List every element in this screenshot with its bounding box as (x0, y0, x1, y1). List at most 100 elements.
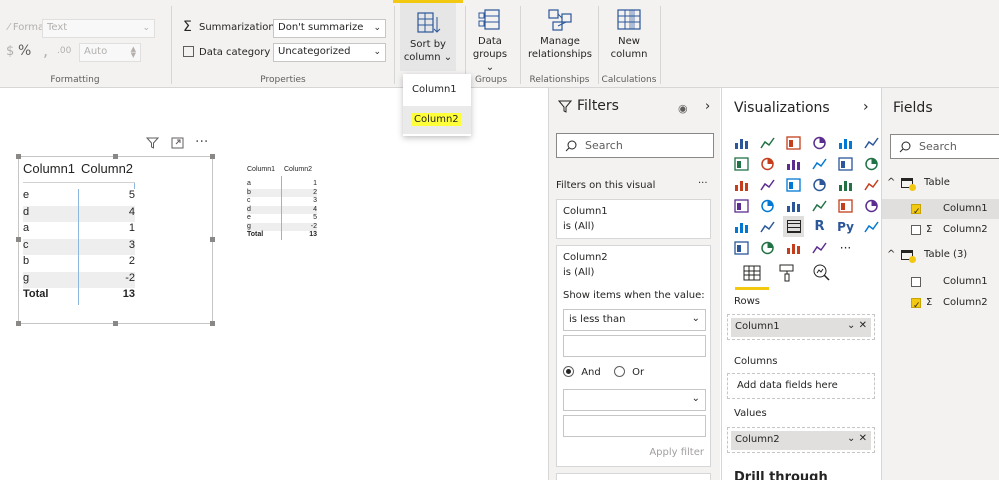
line-column-chart-icon[interactable] (809, 153, 830, 174)
stacked-area-chart-icon[interactable] (783, 153, 804, 174)
more-options-icon[interactable]: ··· (195, 134, 208, 150)
new-column-button[interactable]: New column (606, 8, 652, 61)
python-visual-icon[interactable]: Py (835, 216, 856, 237)
filter-icon[interactable] (145, 137, 160, 153)
resize-handle[interactable] (210, 237, 215, 242)
field-checkbox[interactable] (911, 225, 921, 235)
clustered-column-chart-icon[interactable] (809, 132, 830, 153)
gauge-icon[interactable] (783, 195, 804, 216)
fields-tab-icon[interactable] (743, 265, 761, 284)
collapse-icon[interactable]: ^ (887, 245, 895, 265)
field-checkbox[interactable] (911, 202, 921, 222)
table-node-table-3[interactable]: ^ Table (3) (882, 245, 999, 265)
key-influencers-icon[interactable] (861, 216, 882, 237)
resize-handle[interactable] (16, 237, 21, 242)
header-column1[interactable]: Column1 (23, 161, 79, 182)
chevron-right-icon[interactable]: › (863, 99, 869, 115)
resize-handle[interactable] (16, 321, 21, 326)
rows-well[interactable]: Column1 ⌄ ✕ (727, 314, 875, 340)
pill-controls[interactable]: ⌄ ✕ (847, 320, 867, 331)
donut-chart-icon[interactable] (835, 174, 856, 195)
stacked-column-chart-icon[interactable] (757, 132, 778, 153)
r-visual-icon[interactable]: R (809, 216, 830, 237)
100-column-chart-icon[interactable] (861, 132, 882, 153)
line-clustered-column-chart-icon[interactable] (835, 153, 856, 174)
field-table-column1[interactable]: Column1 (882, 199, 999, 222)
small-table-visual[interactable]: Column1 Column2 a 1 b 2 c 3 d 4 e 5 g -2 Total 13 (247, 166, 317, 240)
close-icon[interactable]: ✕ (859, 320, 867, 331)
slicer-icon[interactable] (731, 216, 752, 237)
sort-menu-item-column2[interactable]: Column2 (403, 106, 471, 134)
resize-handle[interactable] (113, 321, 118, 326)
kpi-icon[interactable] (861, 195, 882, 216)
focus-mode-icon[interactable] (171, 137, 184, 152)
scatter-chart-icon[interactable] (783, 174, 804, 195)
field-checkbox[interactable] (911, 277, 921, 287)
chevron-right-icon[interactable]: › (705, 99, 710, 114)
pill-controls[interactable]: ⌄ ✕ (847, 433, 867, 444)
values-field-pill[interactable]: Column2 ⌄ ✕ (731, 431, 871, 450)
currency-icon[interactable]: $ (6, 44, 14, 59)
fields-search-input[interactable]: Search (890, 134, 999, 159)
resize-handle[interactable] (210, 321, 215, 326)
condition-select[interactable]: is less than ⌄ (563, 309, 706, 331)
more-visuals-icon[interactable]: ··· (835, 237, 856, 258)
field-table-column2[interactable]: Σ Column2 (882, 220, 999, 240)
data-category-select[interactable]: Uncategorized ⌄ (273, 43, 386, 62)
paginated-report-icon[interactable] (809, 237, 830, 258)
more-options-icon[interactable]: ··· (698, 178, 708, 189)
stacked-bar-chart-icon[interactable] (731, 132, 752, 153)
rows-field-pill[interactable]: Column1 ⌄ ✕ (731, 318, 871, 337)
decomposition-tree-icon[interactable] (731, 237, 752, 258)
and-radio[interactable] (563, 366, 574, 377)
columns-well[interactable]: Add data fields here (727, 373, 875, 399)
condition-value-input[interactable] (563, 335, 706, 357)
pie-chart-icon[interactable] (809, 174, 830, 195)
format-select[interactable]: Text ⌄ (42, 19, 155, 38)
format-paint-roller-icon[interactable] (779, 264, 795, 285)
field-table3-column2[interactable]: Σ Column2 (882, 293, 999, 316)
matrix-icon[interactable] (783, 216, 804, 237)
comma-icon[interactable]: , (43, 41, 48, 60)
area-chart-icon[interactable] (757, 153, 778, 174)
resize-handle[interactable] (113, 154, 118, 159)
table-node-table[interactable]: ^ Table (882, 173, 999, 193)
card-icon[interactable] (809, 195, 830, 216)
decimals-stepper[interactable]: Auto ▲ ▼ (79, 43, 141, 62)
table-icon[interactable] (757, 216, 778, 237)
smart-narrative-icon[interactable] (783, 237, 804, 258)
percent-button[interactable]: % (18, 43, 31, 59)
values-well[interactable]: Column2 ⌄ ✕ (727, 427, 875, 453)
data-groups-button[interactable]: Data groups ⌄ (470, 8, 510, 74)
waterfall-chart-icon[interactable] (731, 174, 752, 195)
resize-handle[interactable] (16, 154, 21, 159)
collapse-icon[interactable]: ^ (887, 173, 895, 193)
table-visual-frame[interactable]: Column1 Column2 e 5 d 4 a 1 c 3 b 2 g -2 Total 13 (16, 154, 215, 326)
filter-card-column1[interactable]: Column1 is (All) (556, 199, 711, 239)
decimal-icon[interactable]: .00 (57, 46, 71, 56)
100-bar-chart-icon[interactable] (835, 132, 856, 153)
field-table3-column1[interactable]: Column1 (882, 272, 999, 292)
qa-icon[interactable] (757, 237, 778, 258)
multi-row-card-icon[interactable] (835, 195, 856, 216)
chevron-down-icon[interactable]: ⌄ (847, 433, 855, 444)
funnel-chart-icon[interactable] (757, 174, 778, 195)
sort-by-column-button[interactable]: Sort by column ⌄ (400, 3, 456, 71)
filter-card-next[interactable] (556, 473, 711, 480)
line-chart-icon[interactable] (731, 153, 752, 174)
header-column2[interactable]: Column2 (79, 161, 135, 182)
summarization-select[interactable]: Don't summarize ⌄ (273, 19, 386, 38)
or-radio[interactable] (613, 366, 625, 377)
ribbon-chart-icon[interactable] (861, 153, 882, 174)
second-condition-select[interactable]: ⌄ (563, 389, 706, 411)
analytics-magnifier-icon[interactable] (812, 264, 830, 285)
sort-menu-item-column1[interactable]: Column1 (403, 76, 471, 104)
filters-search-input[interactable]: Search (556, 133, 714, 158)
map-icon[interactable] (731, 195, 752, 216)
filter-card-column2[interactable]: Column2 is (All) Show items when the val… (556, 245, 711, 467)
second-condition-input[interactable] (563, 415, 706, 437)
treemap-icon[interactable] (861, 174, 882, 195)
clustered-bar-chart-icon[interactable] (783, 132, 804, 153)
chevron-down-icon[interactable]: ⌄ (847, 320, 855, 331)
field-checkbox[interactable] (911, 296, 921, 316)
